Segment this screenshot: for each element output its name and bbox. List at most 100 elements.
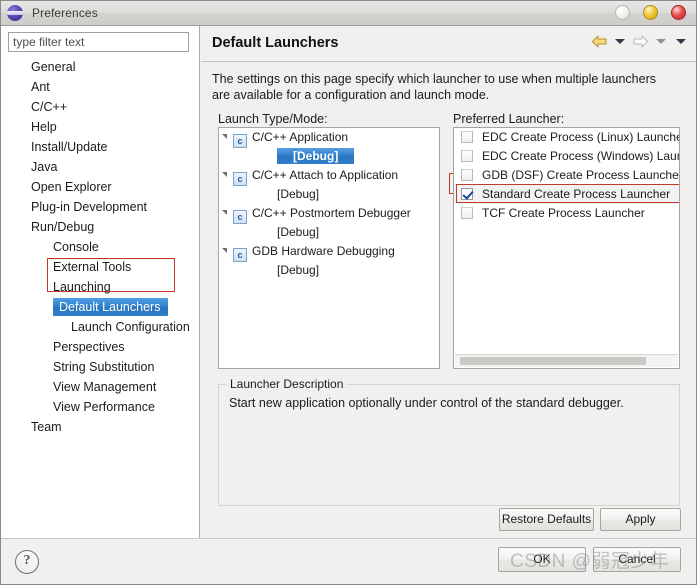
sidebar-item-view-performance[interactable]: View Performance bbox=[1, 397, 191, 417]
launch-type-name: C/C++ Application bbox=[252, 130, 349, 144]
back-dropdown-icon[interactable] bbox=[615, 39, 625, 44]
filter-input[interactable] bbox=[8, 32, 189, 52]
expand-twisty-icon[interactable] bbox=[222, 134, 227, 139]
preferred-launcher-list[interactable]: EDC Create Process (Linux) Launcher EDC C… bbox=[453, 127, 680, 369]
sidebar-item-general[interactable]: General bbox=[1, 57, 191, 77]
c-file-icon: c bbox=[233, 172, 247, 186]
preferred-launcher-option-label: EDC Create Process (Windows) Launch bbox=[482, 149, 680, 163]
sidebar-item-default-launchers[interactable]: Default Launchers bbox=[1, 297, 191, 317]
sidebar-item-label: View Performance bbox=[53, 400, 155, 414]
close-button[interactable] bbox=[671, 5, 686, 20]
checkbox-icon[interactable] bbox=[461, 188, 473, 200]
launch-type-tree[interactable]: c C/C++ Application [Debug] c C/C++ Attach t… bbox=[218, 127, 440, 369]
launch-type-row[interactable]: c C/C++ Attach to Application bbox=[219, 166, 439, 186]
sidebar-item-launching[interactable]: Launching bbox=[1, 277, 191, 297]
preferred-launcher-option-label: EDC Create Process (Linux) Launcher bbox=[482, 130, 680, 144]
preferred-launcher-hscrollbar[interactable] bbox=[455, 354, 678, 367]
sidebar-item-ant[interactable]: Ant bbox=[1, 77, 191, 97]
launch-type-row[interactable]: c C/C++ Application bbox=[219, 128, 439, 148]
checkbox-icon[interactable] bbox=[461, 169, 473, 181]
eclipse-sphere-icon bbox=[7, 5, 23, 21]
restore-defaults-button[interactable]: Restore Defaults bbox=[499, 508, 594, 531]
sidebar-item-label: Install/Update bbox=[31, 140, 108, 154]
ok-button[interactable]: OK bbox=[498, 547, 586, 572]
minimize-button[interactable] bbox=[615, 5, 630, 20]
sidebar-item-label: Plug-in Development bbox=[31, 200, 148, 214]
sidebar-item-string-substitution[interactable]: String Substitution bbox=[1, 357, 191, 377]
preferred-launcher-option[interactable]: TCF Create Process Launcher bbox=[454, 204, 679, 223]
preferred-launcher-option[interactable]: Standard Create Process Launcher bbox=[454, 184, 679, 204]
sidebar-item-label: Help bbox=[31, 120, 57, 134]
expand-twisty-icon[interactable] bbox=[222, 248, 227, 253]
maximize-button[interactable] bbox=[643, 5, 658, 20]
preferred-launcher-option-label: Standard Create Process Launcher bbox=[482, 187, 671, 201]
sidebar-item-console[interactable]: Console bbox=[1, 237, 191, 257]
sidebar-item-label: String Substitution bbox=[53, 360, 155, 374]
sidebar-item-java[interactable]: Java bbox=[1, 157, 191, 177]
launch-type-label: Launch Type/Mode: bbox=[218, 112, 328, 126]
c-file-icon: c bbox=[233, 248, 247, 262]
launch-type-name: C/C++ Postmortem Debugger bbox=[252, 206, 411, 220]
expand-twisty-icon[interactable] bbox=[222, 172, 227, 177]
launch-mode-label: [Debug] bbox=[277, 225, 320, 239]
sidebar-item-team[interactable]: Team bbox=[1, 417, 191, 437]
sidebar-item-label: General bbox=[31, 60, 76, 74]
sidebar-item-label: View Management bbox=[53, 380, 157, 394]
preferred-launcher-option[interactable]: GDB (DSF) Create Process Launcher bbox=[454, 166, 679, 185]
apply-button[interactable]: Apply bbox=[600, 508, 681, 531]
sidebar-item-label: Default Launchers bbox=[53, 298, 169, 316]
preferred-launcher-option[interactable]: EDC Create Process (Windows) Launch bbox=[454, 147, 679, 166]
sidebar-scrollbar[interactable] bbox=[191, 26, 199, 538]
more-dropdown-icon[interactable] bbox=[676, 39, 686, 44]
sidebar-item-label: C/C++ bbox=[31, 100, 68, 114]
sidebar-item-label: Console bbox=[53, 240, 99, 254]
preferences-sidebar: General Ant C/C++ Help Install/Update Java Ope… bbox=[1, 26, 200, 538]
checkbox-icon[interactable] bbox=[461, 207, 473, 219]
preferences-content: Default Launchers The settings on this p… bbox=[201, 26, 696, 538]
sidebar-item-label: Run/Debug bbox=[31, 220, 95, 234]
sidebar-item-external-tools[interactable]: External Tools bbox=[1, 257, 191, 277]
window-controls bbox=[615, 5, 686, 20]
forward-dropdown-icon[interactable] bbox=[656, 39, 666, 44]
sidebar-item-install-update[interactable]: Install/Update bbox=[1, 137, 191, 157]
c-file-icon: c bbox=[233, 210, 247, 224]
sidebar-item-c-c[interactable]: C/C++ bbox=[1, 97, 191, 117]
launch-type-row[interactable]: c C/C++ Postmortem Debugger bbox=[219, 204, 439, 224]
cancel-button[interactable]: Cancel bbox=[593, 547, 681, 572]
sidebar-item-plug-in-development[interactable]: Plug-in Development bbox=[1, 197, 191, 217]
checkbox-icon[interactable] bbox=[461, 150, 473, 162]
back-arrow-icon[interactable] bbox=[591, 34, 608, 49]
preferred-launcher-option[interactable]: EDC Create Process (Linux) Launcher bbox=[454, 128, 679, 147]
sidebar-item-launch-configuration[interactable]: Launch Configuration bbox=[1, 317, 191, 337]
sidebar-item-label: Perspectives bbox=[53, 340, 125, 354]
help-icon[interactable]: ? bbox=[15, 550, 39, 574]
launch-mode-row[interactable]: [Debug] bbox=[219, 223, 439, 242]
sidebar-item-label: Launching bbox=[53, 280, 111, 294]
sidebar-item-open-explorer[interactable]: Open Explorer bbox=[1, 177, 191, 197]
sidebar-item-view-management[interactable]: View Management bbox=[1, 377, 191, 397]
launch-mode-row[interactable]: [Debug] bbox=[219, 147, 439, 166]
window-title: Preferences bbox=[32, 6, 98, 20]
launch-type-name: GDB Hardware Debugging bbox=[252, 244, 395, 258]
scrollbar-thumb[interactable] bbox=[460, 357, 646, 365]
preferred-launcher-label: Preferred Launcher: bbox=[453, 112, 565, 126]
page-description: The settings on this page specify which … bbox=[212, 72, 657, 102]
preferred-launcher-option-label: GDB (DSF) Create Process Launcher bbox=[482, 168, 680, 182]
sidebar-item-label: Open Explorer bbox=[31, 180, 112, 194]
launch-mode-row[interactable]: [Debug] bbox=[219, 185, 439, 204]
launch-type-name: C/C++ Attach to Application bbox=[252, 168, 399, 182]
forward-arrow-icon bbox=[632, 34, 649, 49]
launch-mode-row[interactable]: [Debug] bbox=[219, 261, 439, 280]
sidebar-item-help[interactable]: Help bbox=[1, 117, 191, 137]
preferences-dialog: Preferences General Ant C/C++ Help Install/U… bbox=[0, 0, 697, 585]
launch-type-row[interactable]: c GDB Hardware Debugging bbox=[219, 242, 439, 262]
launch-mode-label: [Debug] bbox=[277, 187, 320, 201]
sidebar-item-perspectives[interactable]: Perspectives bbox=[1, 337, 191, 357]
c-file-icon: c bbox=[233, 134, 247, 148]
title-bar: Preferences bbox=[1, 1, 696, 26]
launch-mode-label: [Debug] bbox=[277, 263, 320, 277]
page-header: Default Launchers bbox=[201, 26, 696, 62]
expand-twisty-icon[interactable] bbox=[222, 210, 227, 215]
sidebar-item-run-debug[interactable]: Run/Debug bbox=[1, 217, 191, 237]
checkbox-icon[interactable] bbox=[461, 131, 473, 143]
